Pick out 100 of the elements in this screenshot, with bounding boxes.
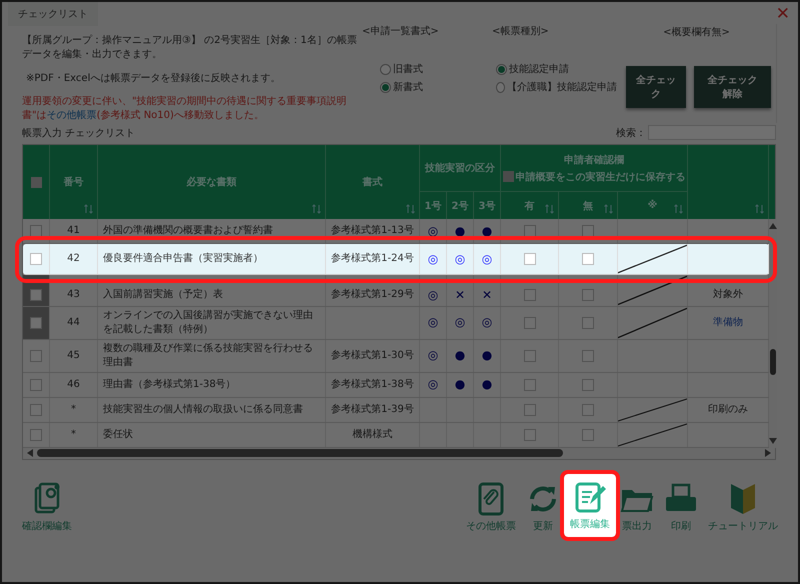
radio-button[interactable] <box>496 64 507 74</box>
option-heading: <申請一覧書式> <box>362 24 440 38</box>
window-title: チェックリスト <box>8 0 98 26</box>
radio-option[interactable]: 新書式 <box>380 80 492 94</box>
row-checkbox[interactable] <box>30 428 42 441</box>
document-name: オンラインでの入国後講習が実施できない理由を記載した書類（特例） <box>103 308 314 337</box>
save-option-checkbox[interactable]: 申請概要をこの実習生だけに保存する <box>502 170 686 184</box>
document-name: 委任状 <box>103 428 133 442</box>
document-name: 入国前講習実施（予定）表 <box>103 288 223 302</box>
leaf-tool-button[interactable]: チュートリアル <box>706 478 780 537</box>
table-row[interactable]: * 技能実習生の個人情報の取扱いに係る同意書 参考様式第1-39号 印刷のみ <box>23 398 769 423</box>
scrollbar-thumb[interactable] <box>770 349 776 375</box>
table-row[interactable]: * 委任状 機構様式 <box>23 422 769 448</box>
category-mark: ✕ <box>454 287 466 304</box>
document-name: 外国の準備機関の概要書および誓約書 <box>103 224 273 238</box>
close-button[interactable]: ✕ <box>774 2 792 26</box>
category-mark: ◎ <box>482 314 492 332</box>
search-label: 検索： <box>616 126 646 140</box>
yes-checkbox[interactable] <box>524 378 536 391</box>
category-mark: ● <box>454 222 466 240</box>
row-number: 41 <box>67 224 80 238</box>
row-number: 46 <box>67 378 80 392</box>
row-checkbox[interactable] <box>30 253 42 265</box>
no-checkbox[interactable] <box>582 378 594 391</box>
yes-checkbox[interactable] <box>524 225 536 237</box>
scrollbar-thumb[interactable] <box>37 449 563 458</box>
sort-icon[interactable] <box>545 204 554 214</box>
no-checkbox[interactable] <box>582 428 594 441</box>
form-format: 参考様式第1-29号 <box>331 288 414 302</box>
radio-button[interactable] <box>380 82 391 92</box>
row-checkbox[interactable] <box>30 350 42 362</box>
category-mark: ● <box>482 222 492 240</box>
option-heading: <概要欄有無> <box>663 26 730 40</box>
radio-button[interactable] <box>380 64 391 74</box>
row-checkbox[interactable] <box>30 378 42 391</box>
yes-checkbox[interactable] <box>524 350 536 362</box>
scroll-up-icon[interactable] <box>769 223 777 229</box>
form-format: 機構様式 <box>352 428 392 442</box>
folder-tool-button[interactable]: 票出力 <box>618 478 656 537</box>
row-checkbox[interactable] <box>30 404 42 416</box>
sort-icon[interactable] <box>84 204 93 214</box>
yes-checkbox[interactable] <box>524 428 536 441</box>
category-mark: ● <box>482 376 492 394</box>
yes-checkbox[interactable] <box>524 253 536 265</box>
note-text: 対象外 <box>713 288 743 302</box>
row-checkbox[interactable] <box>30 225 42 237</box>
category-mark: ◎ <box>454 314 466 332</box>
no-checkbox[interactable] <box>582 225 594 237</box>
scroll-left-icon[interactable] <box>27 449 33 458</box>
check-all-button[interactable]: 全チェック <box>626 66 686 108</box>
no-checkbox[interactable] <box>582 350 594 362</box>
table-row[interactable]: 46 理由書（参考様式第1-38号） 参考様式第1-38号 ◎ ● ● <box>23 372 769 398</box>
column-header: 有 <box>524 200 534 212</box>
note-text: 印刷のみ <box>708 402 748 417</box>
no-checkbox[interactable] <box>582 253 594 265</box>
pen-document-icon <box>573 480 607 514</box>
form-format: 参考様式第1-13号 <box>331 224 414 238</box>
category-mark: ● <box>482 347 492 364</box>
column-group-header: 技能実習の区分 <box>425 161 495 175</box>
sort-icon[interactable] <box>755 204 764 214</box>
edit-tool-button[interactable]: 帳票編集 <box>564 474 616 537</box>
row-number: * <box>71 402 76 417</box>
form-format: 参考様式第1-24号 <box>331 252 414 266</box>
refresh-tool-button[interactable]: 更新 <box>524 478 562 537</box>
column-header: ※ <box>648 200 658 211</box>
sort-icon[interactable] <box>604 204 613 214</box>
radio-button[interactable] <box>496 82 505 92</box>
radio-option[interactable]: 旧書式 <box>380 62 492 76</box>
settings-tool-button[interactable]: 確認欄編集 <box>20 478 74 537</box>
column-group-header: 申請者確認欄 <box>564 154 624 166</box>
option-heading: <帳票種別> <box>492 25 550 38</box>
print-tool-button[interactable]: 印刷 <box>662 478 700 537</box>
description-text: 【所属グループ：操作マニュアル用③】 の2号実習生［対象：1名］の帳票データを編集・出力できます。 <box>22 34 358 61</box>
yes-checkbox[interactable] <box>524 404 536 416</box>
category-mark: ◎ <box>482 250 492 268</box>
document-name: 複数の職種及び作業に係る技能実習を行わせる理由書 <box>103 342 314 370</box>
clip-tool-button[interactable]: その他帳票 <box>464 478 518 537</box>
no-checkbox[interactable] <box>582 404 594 416</box>
row-number: 43 <box>67 288 80 302</box>
category-mark: ✕ <box>482 287 492 304</box>
radio-option[interactable]: 技能認定申請 <box>496 62 617 76</box>
other-forms-link[interactable]: その他帳票 <box>46 110 97 121</box>
category-mark: ● <box>454 347 466 364</box>
scroll-right-icon[interactable] <box>765 449 771 458</box>
sort-icon[interactable] <box>674 204 683 214</box>
sort-icon[interactable] <box>312 204 321 214</box>
column-header: 無 <box>583 200 593 212</box>
table-row[interactable]: 45 複数の職種及び作業に係る技能実習を行わせる理由書 参考様式第1-30号 ◎ ● ● <box>23 340 769 373</box>
document-name: 技能実習生の個人情報の取扱いに係る同意書 <box>103 402 303 417</box>
check-all-button[interactable]: 全チェック解除 <box>694 66 771 108</box>
radio-option[interactable]: 【介護職】技能認定申請 <box>496 80 617 94</box>
form-format: 参考様式第1-39号 <box>331 402 414 417</box>
column-header: 書式 <box>362 176 382 189</box>
scroll-down-icon[interactable] <box>769 438 777 444</box>
row-number: 45 <box>67 348 80 363</box>
sort-icon[interactable] <box>406 204 415 214</box>
column-header: 3号 <box>478 200 496 212</box>
row-number: 44 <box>67 316 80 330</box>
select-all-checkbox[interactable] <box>30 176 42 188</box>
row-number: * <box>71 428 76 442</box>
